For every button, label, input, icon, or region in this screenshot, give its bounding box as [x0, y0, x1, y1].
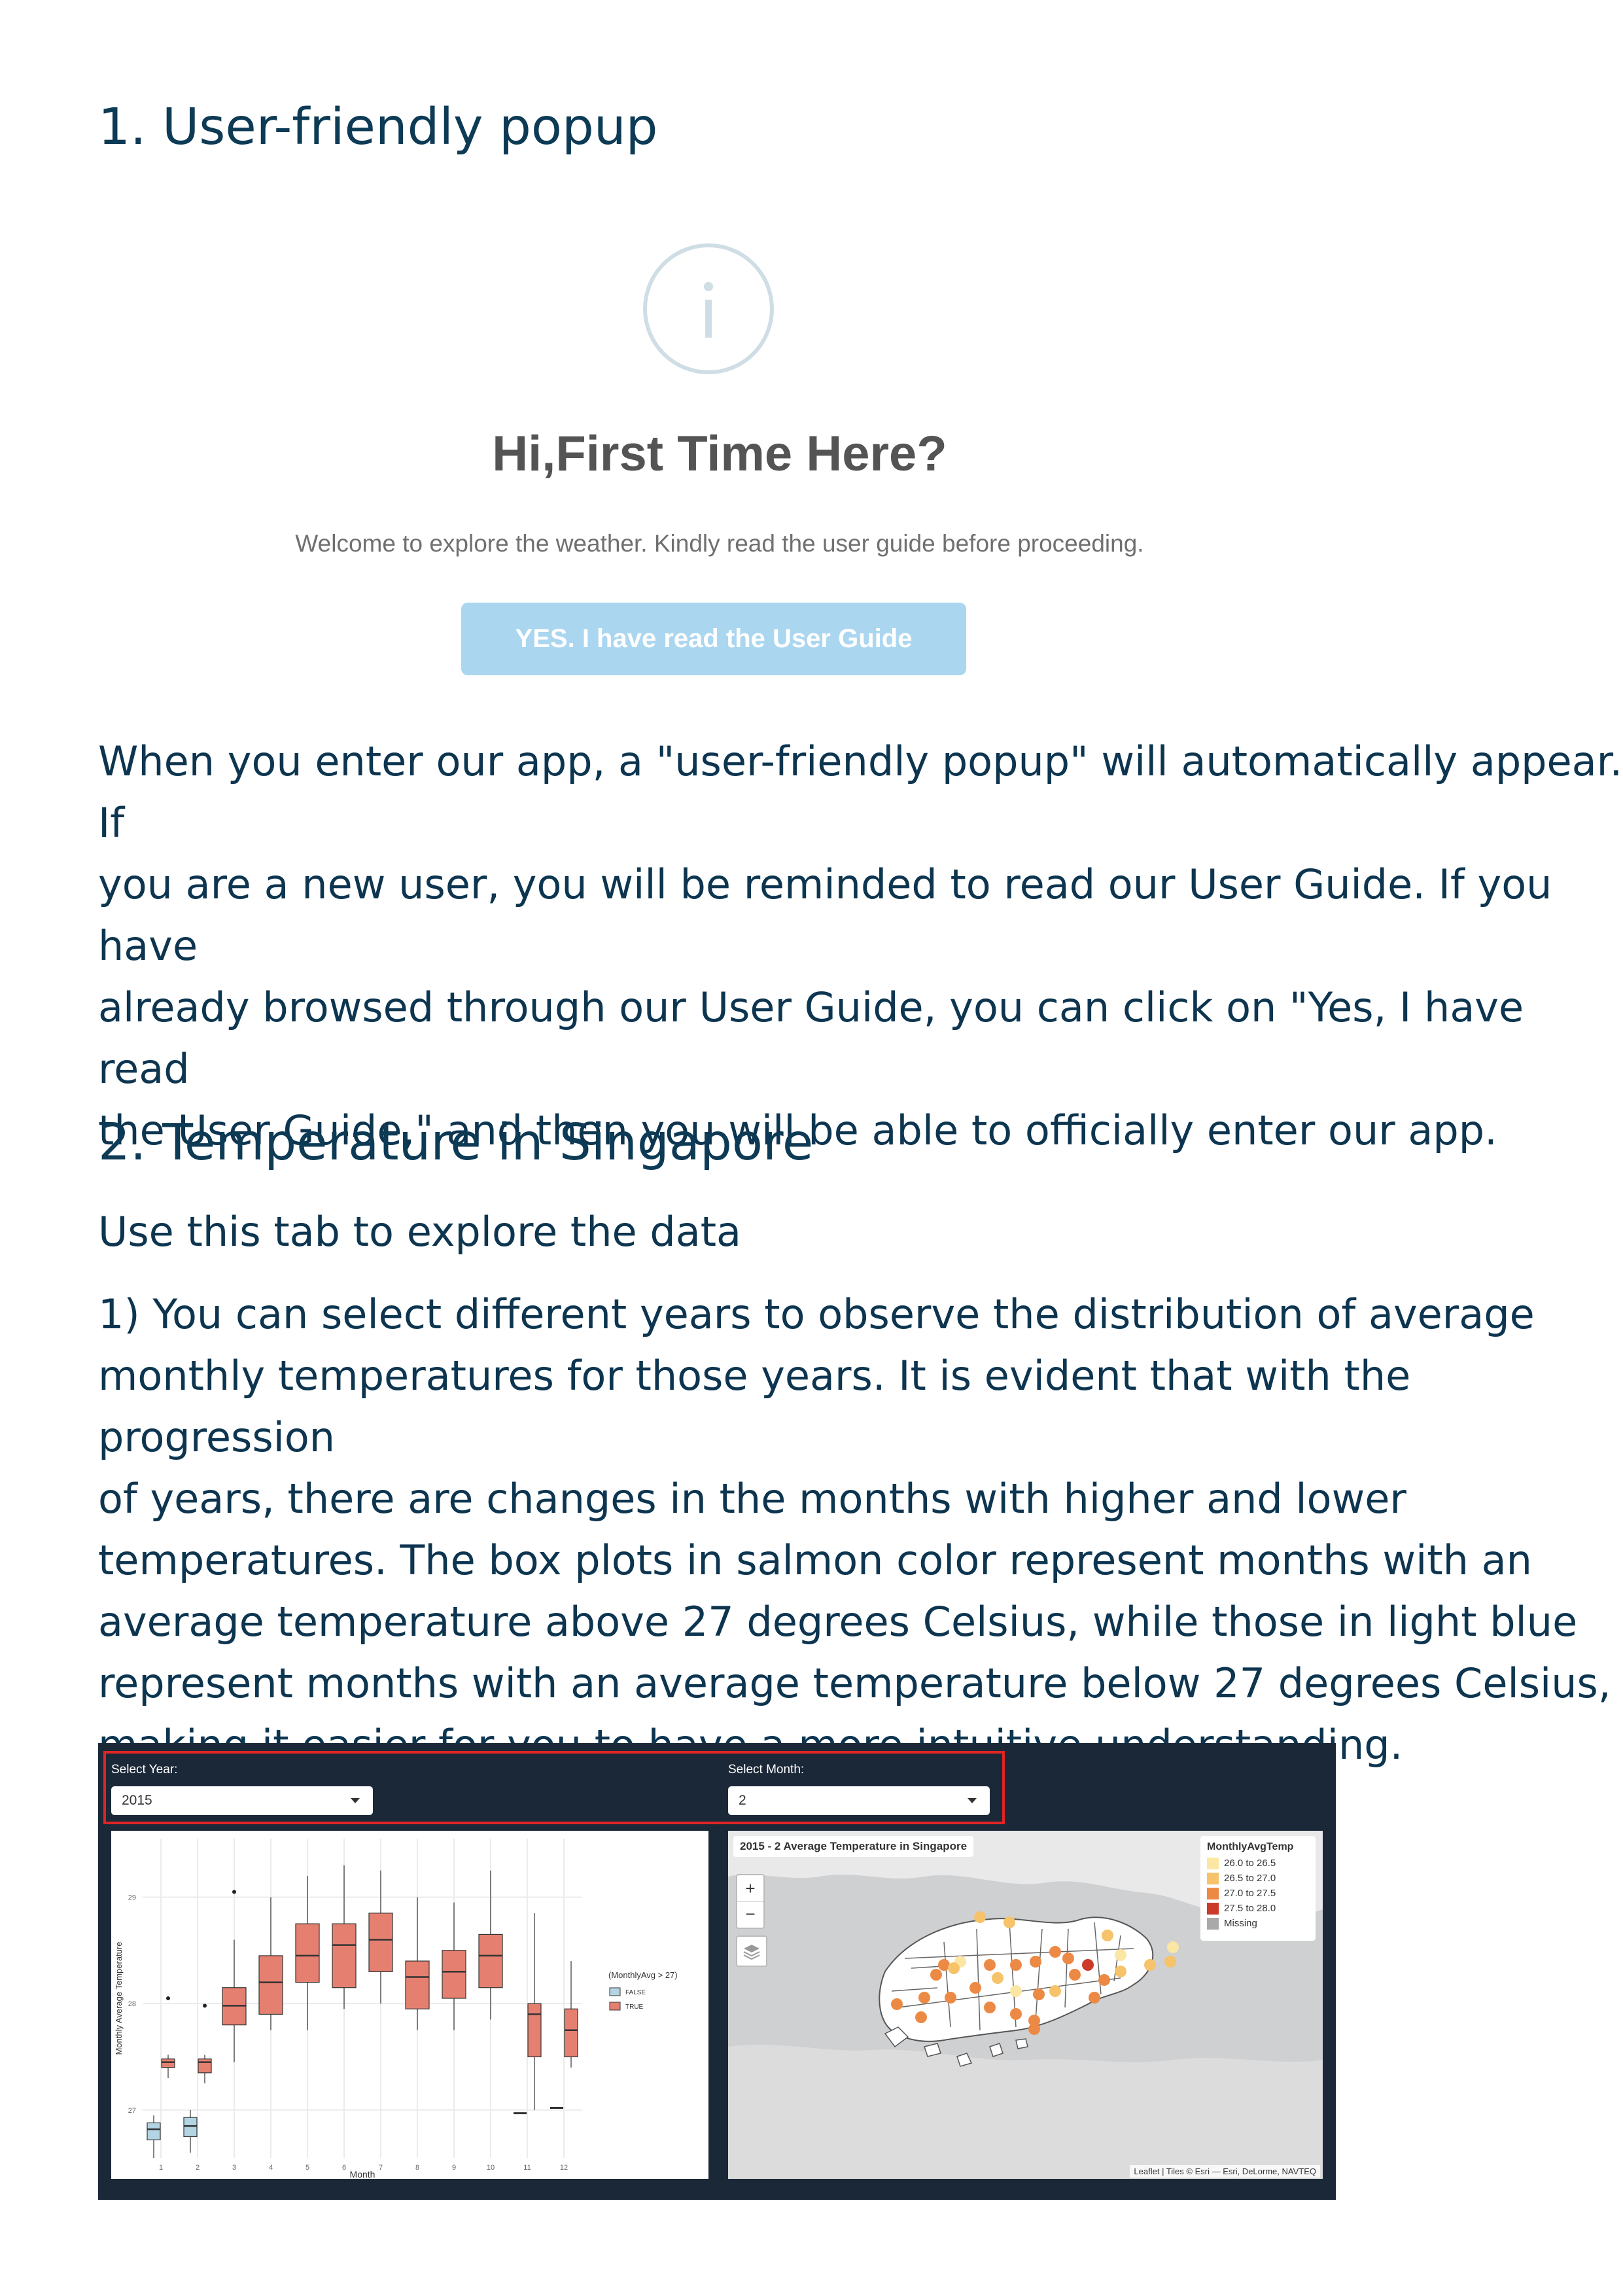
map-legend-label: Missing	[1224, 1918, 1257, 1929]
chevron-down-icon	[968, 1798, 977, 1803]
map-legend-item: Missing	[1207, 1916, 1309, 1931]
dashboard-screenshot: Select Year: 2015 Select Month: 2 27 28 29…	[98, 1743, 1336, 2200]
box-outlier	[166, 1996, 170, 2000]
x-tick-label: 9	[452, 2164, 456, 2172]
map-attribution: Leaflet | Tiles © Esri — Esri, DeLorme, …	[1130, 2165, 1320, 2178]
x-tick-label: 7	[379, 2164, 383, 2172]
y-tick-label: 29	[128, 1894, 136, 1901]
section-heading-temperature: 2. Temperature in Singapore	[98, 1114, 814, 1172]
text-line: represent months with an average tempera…	[98, 1659, 1611, 1707]
month-select[interactable]: 2	[728, 1786, 990, 1815]
box-body	[198, 2058, 212, 2074]
x-tick-label: 1	[159, 2164, 163, 2172]
map-legend-swatch	[1207, 1917, 1219, 1930]
map-legend-item: 27.0 to 27.5	[1207, 1886, 1309, 1901]
boxplot-panel: 27 28 29 1 2 3 4 5 6 7 8 9 10 11 12 Month Monthly Averag…	[111, 1831, 708, 2180]
y-tick-label: 27	[128, 2107, 136, 2115]
box-body	[258, 1955, 283, 2015]
popup-message: Welcome to explore the weather. Kindly r…	[295, 530, 1144, 557]
map-legend-label: 26.0 to 26.5	[1224, 1858, 1276, 1869]
chart-legend-swatch	[609, 2002, 621, 2011]
popup-description: When you enter our app, a "user-friendly…	[98, 731, 1623, 1161]
box-body	[161, 2058, 175, 2068]
box-body	[564, 2008, 578, 2058]
map-legend-label: 26.5 to 27.0	[1224, 1873, 1276, 1884]
box-outlier	[232, 1890, 236, 1894]
boxplot-chart: 2728291 2 3 4 5 6 7 8 9 10 11 12MonthMonthly Averag…	[114, 1839, 678, 2180]
map-legend-item: 26.5 to 27.0	[1207, 1871, 1309, 1886]
chart-legend-swatch	[609, 1987, 621, 1996]
text-line: When you enter our app, a "user-friendly…	[98, 737, 1623, 847]
month-select-value: 2	[739, 1793, 746, 1808]
box-body	[368, 1913, 393, 1972]
temperature-description: 1) You can select different years to obs…	[98, 1284, 1623, 1776]
info-icon	[643, 243, 774, 374]
map-legend-item: 26.0 to 26.5	[1207, 1856, 1309, 1871]
map-legend-title: MonthlyAvgTemp	[1207, 1841, 1294, 1852]
popup-title: Hi,First Time Here?	[492, 426, 947, 482]
x-tick-label: 11	[523, 2164, 531, 2172]
y-axis-title: Monthly Average Temperature	[114, 1942, 124, 2055]
box-body	[295, 1923, 320, 1983]
text-line: average temperature above 27 degrees Cel…	[98, 1598, 1578, 1646]
box-outlier	[203, 2004, 207, 2008]
read-user-guide-button[interactable]: YES. I have read the User Guide	[461, 603, 966, 675]
map-legend-item: 27.5 to 28.0	[1207, 1901, 1309, 1916]
year-select-label: Select Year:	[111, 1763, 178, 1776]
text-line: monthly temperatures for those years. It…	[98, 1352, 1411, 1461]
text-line: temperatures. The box plots in salmon co…	[98, 1536, 1532, 1584]
text-line: already browsed through our User Guide, …	[98, 983, 1524, 1093]
text-line: of years, there are changes in the month…	[98, 1475, 1406, 1523]
chart-legend-label: FALSE	[625, 1989, 646, 1996]
x-tick-label: 6	[342, 2164, 346, 2172]
x-tick-label: 5	[305, 2164, 309, 2172]
map-legend: MonthlyAvgTemp 26.0 to 26.5 26.5 to 27.0 2…	[1200, 1836, 1316, 1941]
map-legend-swatch	[1207, 1872, 1219, 1884]
section-subheading: Use this tab to explore the data	[98, 1208, 742, 1256]
map-title: 2015 - 2 Average Temperature in Singapor…	[733, 1836, 974, 1857]
x-axis-title: Month	[350, 2169, 375, 2179]
year-select[interactable]: 2015	[111, 1786, 373, 1815]
box-body	[332, 1923, 357, 1988]
read-user-guide-button-label: YES. I have read the User Guide	[515, 624, 913, 653]
section-heading-popup: 1. User-friendly popup	[98, 98, 658, 156]
chart-legend-title: (MonthlyAvg > 27)	[608, 1970, 678, 1980]
chart-legend-label: TRUE	[625, 2004, 644, 2011]
month-select-label: Select Month:	[728, 1763, 805, 1776]
x-tick-label: 10	[487, 2164, 495, 2172]
chevron-down-icon	[351, 1798, 360, 1803]
map-panel[interactable]: 2015 - 2 Average Temperature in Singapor…	[728, 1831, 1323, 2179]
zoom-out-button[interactable]: −	[737, 1902, 763, 1927]
zoom-control: + −	[736, 1874, 765, 1929]
x-tick-label: 8	[415, 2164, 419, 2172]
x-tick-label: 4	[269, 2164, 273, 2172]
map-legend-swatch	[1207, 1857, 1219, 1869]
zoom-in-button[interactable]: +	[737, 1875, 763, 1902]
box-body	[405, 1960, 430, 2009]
year-select-value: 2015	[122, 1793, 152, 1808]
x-tick-label: 12	[560, 2164, 568, 2172]
map-legend-swatch	[1207, 1902, 1219, 1915]
x-tick-label: 3	[232, 2164, 236, 2172]
text-line: you are a new user, you will be reminded…	[98, 860, 1552, 970]
box-body	[478, 1934, 503, 1988]
map-legend-swatch	[1207, 1887, 1219, 1899]
map-legend-label: 27.0 to 27.5	[1224, 1888, 1276, 1899]
layers-button[interactable]	[736, 1935, 767, 1967]
box-body	[183, 2117, 198, 2138]
layers-icon	[743, 1945, 760, 1960]
y-tick-label: 28	[128, 2000, 136, 2008]
x-tick-label: 2	[196, 2164, 200, 2172]
box-body	[527, 2003, 542, 2058]
text-line: 1) You can select different years to obs…	[98, 1290, 1535, 1338]
map-legend-label: 27.5 to 28.0	[1224, 1903, 1276, 1914]
box-body	[147, 2122, 161, 2140]
box-body	[442, 1950, 466, 1999]
